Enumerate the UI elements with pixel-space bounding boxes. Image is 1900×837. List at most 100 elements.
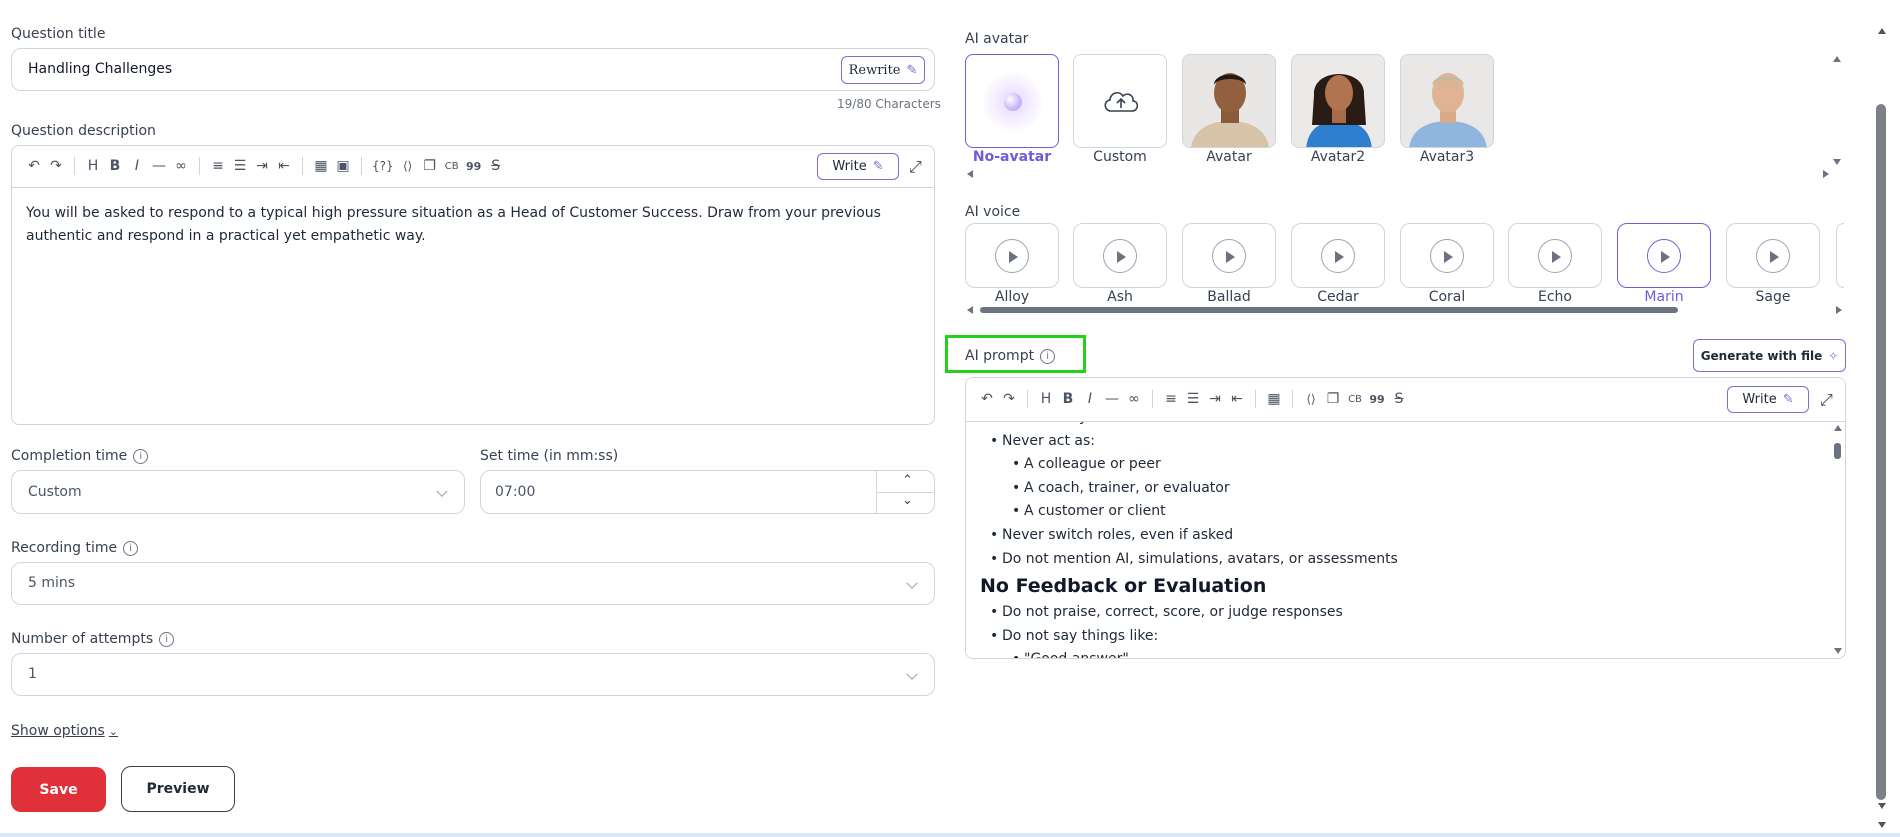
play-icon: [995, 238, 1029, 273]
rewrite-button[interactable]: Rewrite ✎: [841, 56, 925, 84]
voice-card-marin[interactable]: [1617, 223, 1711, 288]
scroll-down-arrow-icon[interactable]: [1833, 159, 1841, 165]
question-title-input[interactable]: Handling Challenges Rewrite ✎: [11, 48, 935, 91]
fullscreen-icon[interactable]: ⤢: [1820, 390, 1833, 410]
horizontal-rule-icon[interactable]: —: [151, 158, 167, 174]
code-icon[interactable]: ⟨⟩: [400, 159, 416, 173]
ai-prompt-label: AI prompt: [965, 348, 1035, 364]
voice-card-sage[interactable]: [1726, 223, 1820, 288]
avatar-card-avatar3[interactable]: [1400, 54, 1494, 148]
bullet-list-icon[interactable]: ☰: [232, 158, 248, 174]
voice-name-coral: Coral: [1428, 289, 1466, 305]
fullscreen-icon[interactable]: ⤢: [909, 157, 922, 177]
page-scroll-end-arrow-icon[interactable]: [1878, 822, 1886, 828]
attempts-value: 1: [28, 666, 37, 682]
image-icon[interactable]: ▣: [335, 158, 351, 174]
description-text[interactable]: You will be asked to respond to a typica…: [26, 202, 926, 248]
scroll-up-arrow-icon[interactable]: [1833, 56, 1841, 62]
description-write-button[interactable]: Write ✎: [817, 153, 899, 180]
voice-card-ballad[interactable]: [1182, 223, 1276, 288]
generate-with-file-label: Generate with file: [1700, 348, 1823, 363]
quote-icon[interactable]: 99: [1369, 393, 1385, 406]
voice-card-alloy[interactable]: [965, 223, 1059, 288]
chevron-down-icon[interactable]: ⌄: [902, 493, 913, 508]
bullet-list-icon[interactable]: ☰: [1185, 391, 1201, 407]
completion-time-value: Custom: [28, 484, 82, 500]
ai-prompt-label-row: AI prompt i: [965, 348, 1056, 364]
avatar-card-no-avatar[interactable]: [965, 54, 1059, 148]
description-editor[interactable]: ↶ ↷ H B I — ∞ ≡ ☰ ⇥ ⇤ ▦ ▣ {?} ⟨⟩ ❐ CB 99…: [11, 145, 935, 425]
scroll-left-arrow-icon[interactable]: [967, 306, 973, 314]
indent-icon[interactable]: ⇥: [254, 158, 270, 174]
save-button[interactable]: Save: [11, 767, 106, 812]
horizontal-rule-icon[interactable]: —: [1104, 391, 1120, 407]
info-icon[interactable]: i: [159, 631, 175, 647]
voice-name-echo: Echo: [1538, 289, 1572, 305]
info-icon[interactable]: i: [123, 540, 139, 556]
scroll-down-arrow-icon[interactable]: [1834, 648, 1842, 654]
strikethrough-icon[interactable]: S: [1391, 391, 1407, 407]
write-label: Write: [1742, 392, 1777, 407]
voice-card-ash[interactable]: [1073, 223, 1167, 288]
quote-icon[interactable]: 99: [466, 160, 482, 173]
page-scroll-up-arrow-icon[interactable]: [1878, 28, 1886, 34]
code-block-icon[interactable]: CB: [444, 161, 460, 172]
voice-scrollbar-thumb[interactable]: [980, 307, 1678, 313]
bold-icon[interactable]: B: [107, 158, 123, 174]
copy-icon[interactable]: ❐: [1325, 391, 1341, 407]
italic-icon[interactable]: I: [129, 158, 145, 174]
prompt-content[interactable]: You are only the interviewer Never act a…: [980, 406, 1822, 658]
bold-icon[interactable]: B: [1060, 391, 1076, 407]
code-icon[interactable]: ⟨⟩: [1303, 392, 1319, 406]
voice-card-echo[interactable]: [1508, 223, 1602, 288]
strikethrough-icon[interactable]: S: [488, 158, 504, 174]
link-icon[interactable]: ∞: [1126, 391, 1142, 407]
chevron-up-icon[interactable]: ⌃: [902, 473, 913, 488]
heading-icon[interactable]: H: [1038, 391, 1054, 407]
prompt-write-button[interactable]: Write ✎: [1727, 386, 1809, 413]
generate-with-file-button[interactable]: Generate with file ✧: [1693, 339, 1846, 372]
person-portrait-icon: [1401, 55, 1493, 147]
avatar-card-avatar[interactable]: [1182, 54, 1276, 148]
ordered-list-icon[interactable]: ≡: [210, 158, 226, 174]
redo-icon[interactable]: ↷: [48, 158, 64, 174]
link-icon[interactable]: ∞: [173, 158, 189, 174]
outdent-icon[interactable]: ⇤: [1229, 391, 1245, 407]
info-icon[interactable]: i: [1040, 348, 1056, 364]
question-title-value: Handling Challenges: [28, 61, 173, 77]
attempts-label: Number of attempts: [11, 631, 154, 647]
scroll-up-arrow-icon[interactable]: [1834, 425, 1842, 431]
voice-card-cedar[interactable]: [1291, 223, 1385, 288]
preview-button[interactable]: Preview: [121, 766, 235, 812]
prompt-scrollbar-thumb[interactable]: [1834, 443, 1841, 459]
avatar-card-custom[interactable]: [1073, 54, 1167, 148]
variable-icon[interactable]: {?}: [372, 159, 394, 173]
scroll-right-arrow-icon[interactable]: [1836, 306, 1842, 314]
info-icon[interactable]: i: [133, 448, 149, 464]
voice-card-coral[interactable]: [1400, 223, 1494, 288]
italic-icon[interactable]: I: [1082, 391, 1098, 407]
recording-time-select[interactable]: 5 mins: [11, 562, 935, 605]
ordered-list-icon[interactable]: ≡: [1163, 391, 1179, 407]
avatar-card-avatar2[interactable]: [1291, 54, 1385, 148]
set-time-input[interactable]: 07:00 ⌃ ⌄: [480, 470, 935, 514]
indent-icon[interactable]: ⇥: [1207, 391, 1223, 407]
page-scrollbar-thumb[interactable]: [1876, 104, 1886, 800]
scroll-right-arrow-icon[interactable]: [1823, 170, 1829, 178]
attempts-label-row: Number of attempts i: [11, 631, 175, 647]
attempts-select[interactable]: 1: [11, 653, 935, 696]
undo-icon[interactable]: ↶: [26, 158, 42, 174]
undo-icon[interactable]: ↶: [979, 391, 995, 407]
table-icon[interactable]: ▦: [313, 158, 329, 174]
code-block-icon[interactable]: CB: [1347, 394, 1363, 405]
page-scroll-down-arrow-icon[interactable]: [1878, 803, 1886, 809]
show-options-link[interactable]: Show options ⌄: [11, 723, 118, 739]
redo-icon[interactable]: ↷: [1001, 391, 1017, 407]
completion-time-select[interactable]: Custom: [11, 470, 465, 514]
heading-icon[interactable]: H: [85, 158, 101, 174]
outdent-icon[interactable]: ⇤: [276, 158, 292, 174]
scroll-left-arrow-icon[interactable]: [967, 170, 973, 178]
table-icon[interactable]: ▦: [1266, 391, 1282, 407]
prompt-editor[interactable]: ↶ ↷ H B I — ∞ ≡ ☰ ⇥ ⇤ ▦ ⟨⟩ ❐ CB 99 S Wri…: [965, 377, 1846, 659]
copy-icon[interactable]: ❐: [422, 158, 438, 174]
